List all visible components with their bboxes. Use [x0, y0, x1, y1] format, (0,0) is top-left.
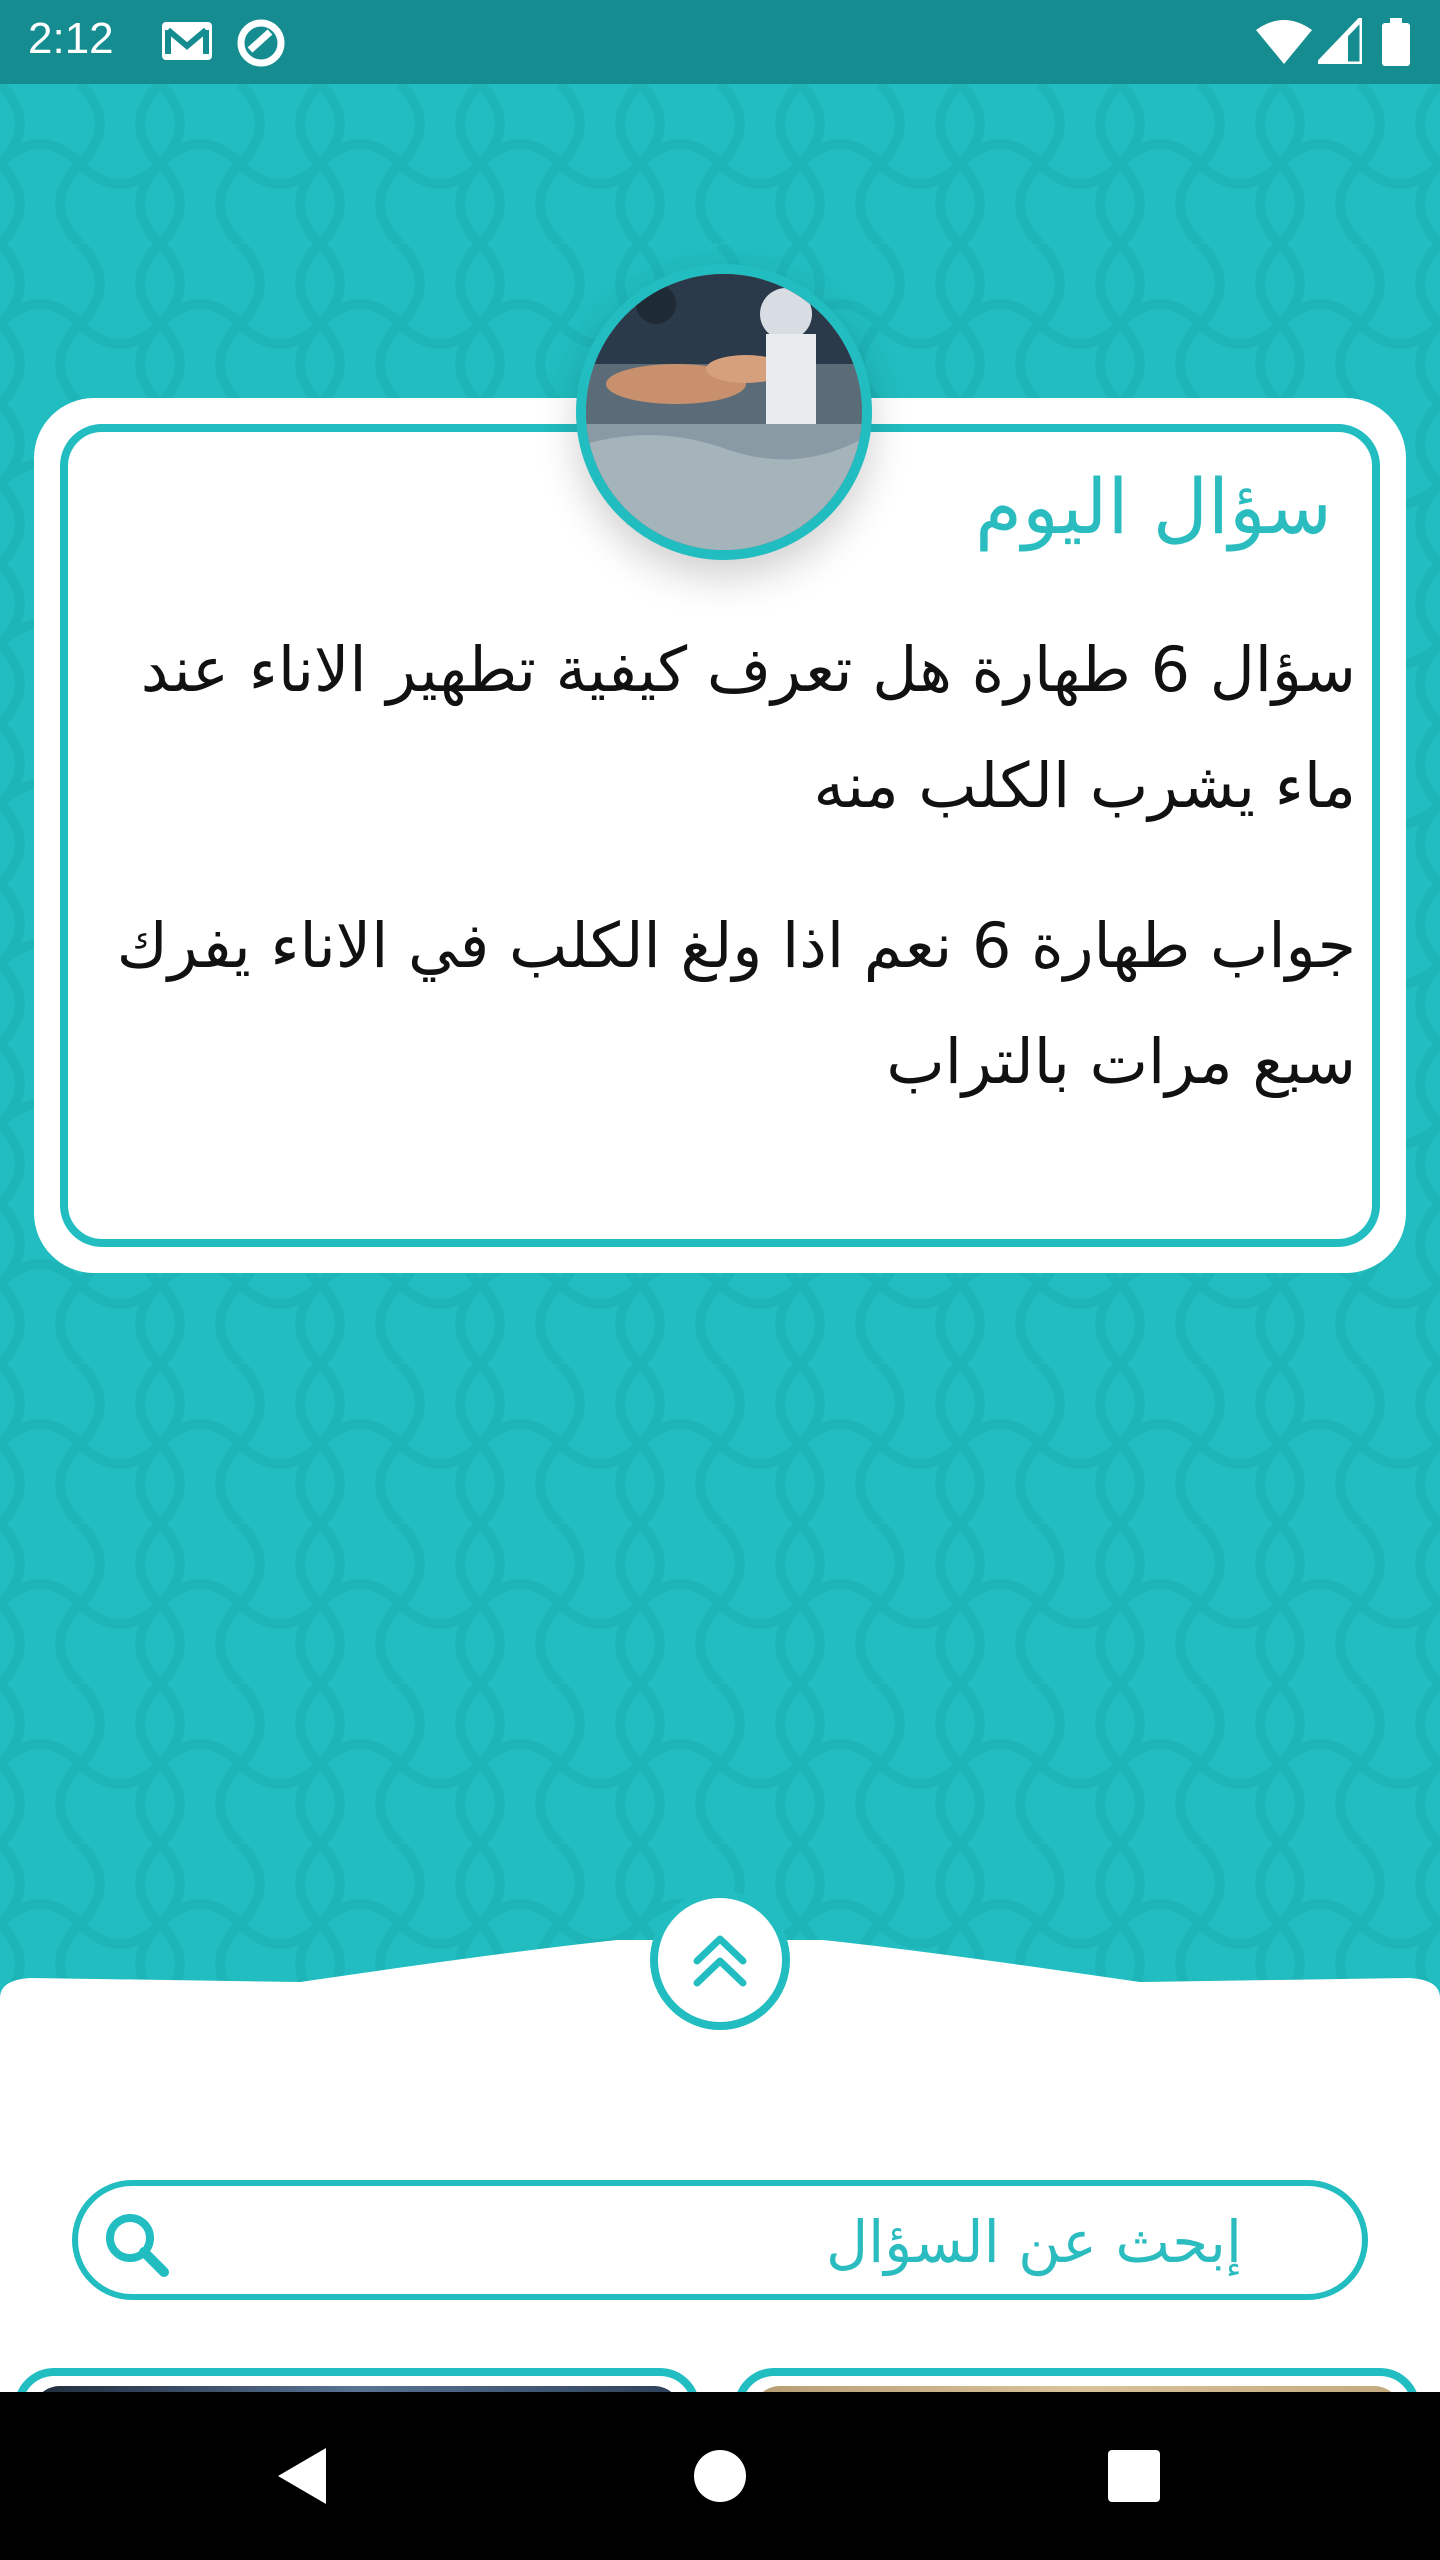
signal-icon — [1318, 18, 1362, 64]
sync-icon — [237, 19, 285, 67]
wifi-icon — [1256, 20, 1312, 64]
home-icon — [694, 2450, 746, 2502]
battery-icon — [1382, 18, 1410, 66]
search-icon[interactable] — [100, 2208, 172, 2280]
navigation-bar — [0, 2392, 1440, 2560]
gmail-icon — [162, 22, 212, 60]
recents-button[interactable] — [1092, 2434, 1176, 2518]
recents-icon — [1108, 2450, 1160, 2502]
app-screen: 2:12 سؤال اليوم سؤال 6 طهارة هل تعرف كيف… — [0, 0, 1440, 2560]
status-time: 2:12 — [28, 14, 114, 63]
expand-sheet-button[interactable] — [650, 1890, 790, 2030]
answer-text: جواب طهارة 6 نعم اذا ولغ الكلب في الاناء… — [116, 909, 1356, 1098]
ablution-photo-icon — [586, 274, 862, 550]
card-photo — [576, 264, 872, 560]
status-bar: 2:12 — [0, 0, 1440, 84]
back-icon — [278, 2448, 326, 2504]
question-text: سؤال 6 طهارة هل تعرف كيفية تطهير الاناء … — [140, 633, 1356, 822]
back-button[interactable] — [260, 2434, 344, 2518]
search-input[interactable]: إبحث عن السؤال — [72, 2180, 1368, 2300]
home-button[interactable] — [678, 2434, 762, 2518]
search-placeholder: إبحث عن السؤال — [825, 2208, 1242, 2276]
daily-question-title: سؤال اليوم — [975, 462, 1332, 551]
double-chevron-up-icon — [693, 1935, 747, 1987]
